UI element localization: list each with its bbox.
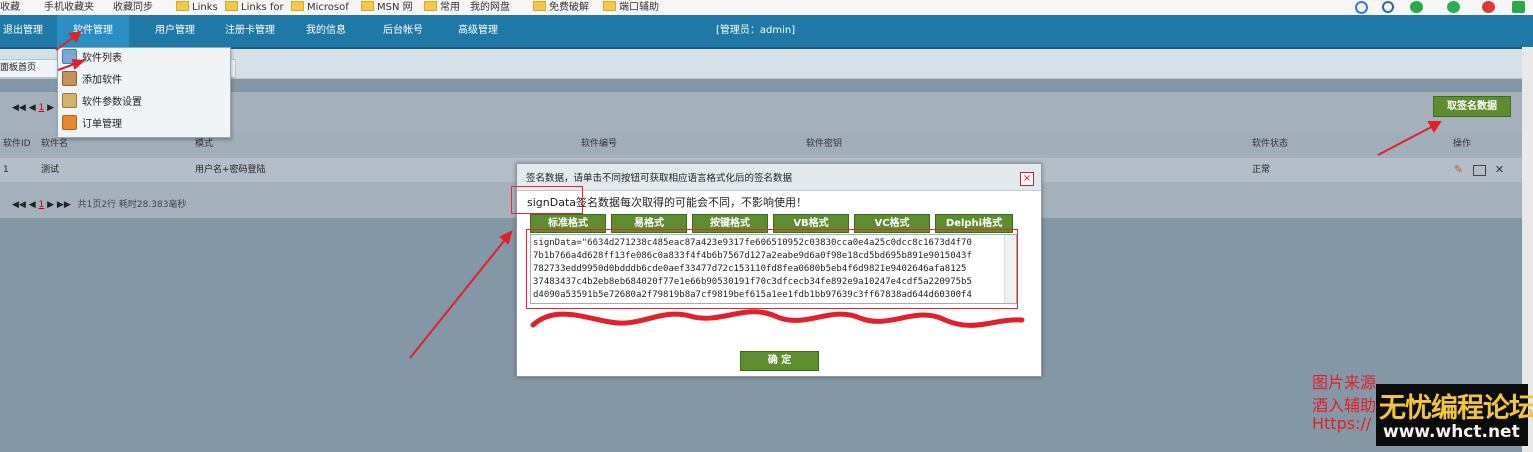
bookmark-links[interactable]: Links — [176, 1, 218, 14]
bookmark-label: 收藏 — [0, 2, 20, 13]
folder-icon — [424, 1, 437, 11]
cell-name: 测试 — [41, 165, 60, 175]
folder-icon — [291, 1, 304, 11]
arrowhead — [499, 230, 513, 245]
bookmark-label: 收藏同步 — [113, 2, 153, 13]
bookmark-netdisk[interactable]: 我的网盘 — [470, 1, 510, 14]
cell-status: 正常 — [1252, 165, 1271, 175]
add-icon — [62, 71, 77, 86]
nav-myinfo[interactable]: 我的信息 — [306, 15, 346, 47]
bookmark-label: 我的网盘 — [470, 2, 510, 13]
col-status: 软件状态 — [1252, 139, 1289, 149]
bookmarks-bar: 收藏 手机收藏夹 收藏同步 Links Links for Microsof M… — [0, 0, 1533, 16]
pager-prev-controls[interactable]: ◀◀ ◀ — [12, 200, 36, 210]
nav-accounts[interactable]: 后台帐号 — [383, 15, 423, 47]
folder-icon — [603, 1, 616, 11]
nav-advanced[interactable]: 高级管理 — [458, 15, 498, 47]
menu-item-label: 软件参数设置 — [82, 97, 142, 108]
arrow-to-sign-data — [409, 235, 509, 359]
bookmark-links-for[interactable]: Links for — [225, 1, 284, 14]
bookmark-sync[interactable]: 收藏同步 — [113, 1, 153, 14]
bookmark-common[interactable]: 常用 — [424, 1, 460, 14]
pager-top: ◀◀ ◀ 1 ▶ — [12, 100, 54, 116]
nav-users[interactable]: 用户管理 — [155, 15, 195, 47]
delete-icon[interactable]: ✕ — [1493, 163, 1506, 176]
pager-prev-controls[interactable]: ◀◀ ◀ — [12, 103, 36, 113]
extension-icon[interactable] — [1447, 1, 1460, 13]
forum-logo: 无忧编程论坛 www.whct.net — [1376, 384, 1533, 446]
bookmark-label: MSN 网 — [377, 2, 413, 13]
bookmark-crack[interactable]: 免费破解 — [533, 1, 589, 14]
search-icon[interactable] — [1382, 1, 1394, 13]
bookmark-label: 端口辅助 — [619, 2, 659, 13]
menu-item-label: 添加软件 — [82, 75, 122, 86]
folder-icon — [225, 1, 238, 11]
scissors-icon[interactable] — [1482, 1, 1495, 13]
game-icon[interactable] — [1512, 1, 1525, 13]
view-icon[interactable] — [1473, 165, 1486, 176]
watermark-source: 图片来源 — [1312, 373, 1377, 392]
logo-url: www.whct.net — [1383, 422, 1520, 442]
tab-label: 面板首页 — [0, 63, 37, 73]
bookmark-microsoft[interactable]: Microsof — [291, 1, 349, 14]
menu-item-software-list[interactable]: 软件列表 — [62, 49, 122, 69]
software-menu: 软件列表 添加软件 软件参数设置 订单管理 — [57, 47, 231, 138]
bookmark-label: Microsof — [307, 2, 349, 13]
cell-id: 1 — [3, 165, 9, 175]
watermark-author: 酒入辅助 — [1312, 396, 1377, 415]
menu-item-label: 软件列表 — [82, 53, 122, 64]
settings-icon — [62, 93, 77, 108]
pager-bottom: ◀◀ ◀ 1 ▶ ▶▶ 共1页2行 耗时28.383毫秒 — [12, 197, 186, 213]
shield-icon[interactable] — [1410, 1, 1423, 13]
logo-title: 无忧编程论坛 — [1379, 393, 1533, 424]
dialog-header: 签名数据，请单击不同按钮可获取相应语言格式化后的签名数据 × — [517, 164, 1041, 191]
col-actions: 操作 — [1453, 139, 1472, 149]
col-software-key: 软件密钥 — [806, 139, 843, 149]
watermark-url: Https:// — [1312, 414, 1372, 433]
menu-item-label: 订单管理 — [82, 119, 122, 130]
get-sign-data-button[interactable]: 取签名数据 — [1433, 96, 1511, 117]
order-icon — [62, 115, 77, 130]
sync-icon[interactable] — [1355, 1, 1368, 14]
col-software-id: 软件ID — [3, 139, 31, 149]
menu-item-software-params[interactable]: 软件参数设置 — [62, 93, 142, 113]
col-software-number: 软件编号 — [581, 139, 618, 149]
bookmark-favorites[interactable]: 收藏 — [0, 1, 20, 14]
pager-summary: 共1页2行 耗时28.383毫秒 — [77, 200, 187, 210]
bookmark-label: Links — [192, 2, 218, 13]
folder-icon — [176, 1, 189, 11]
bookmark-label: 免费破解 — [549, 2, 589, 13]
nav-logout[interactable]: 退出管理 — [3, 15, 43, 47]
main-nav: 退出管理 软件管理 用户管理 注册卡管理 我的信息 后台帐号 高级管理 [管理员… — [0, 15, 1533, 49]
bookmark-label: Links for — [241, 2, 284, 13]
menu-item-orders[interactable]: 订单管理 — [62, 115, 122, 135]
bookmark-mobile[interactable]: 手机收藏夹 — [44, 1, 94, 14]
highlight-box-signdata — [511, 186, 583, 214]
highlight-box-textarea — [526, 229, 1018, 309]
bookmark-label: 常用 — [440, 2, 460, 13]
bookmark-port[interactable]: 端口辅助 — [603, 1, 659, 14]
folder-icon — [533, 1, 546, 11]
pager-page-link[interactable]: 1 — [39, 103, 45, 113]
folder-icon — [361, 1, 374, 11]
cell-mode: 用户名+密码登陆 — [195, 165, 266, 175]
pager-next-control[interactable]: ▶ — [47, 103, 54, 113]
list-icon — [62, 49, 77, 64]
close-icon[interactable]: × — [1020, 172, 1034, 186]
nav-software[interactable]: 软件管理 — [57, 15, 129, 47]
nav-cards[interactable]: 注册卡管理 — [225, 15, 275, 47]
admin-label: [管理员：admin] — [716, 25, 796, 36]
pager-next-controls[interactable]: ▶ ▶▶ — [47, 200, 71, 210]
menu-item-add-software[interactable]: 添加软件 — [62, 71, 122, 91]
ok-button[interactable]: 确 定 — [740, 351, 819, 371]
bookmark-label: 手机收藏夹 — [44, 2, 94, 13]
edit-icon[interactable]: ✎ — [1452, 163, 1465, 176]
bookmark-msn[interactable]: MSN 网 — [361, 1, 413, 14]
pager-page-link[interactable]: 1 — [39, 200, 45, 210]
